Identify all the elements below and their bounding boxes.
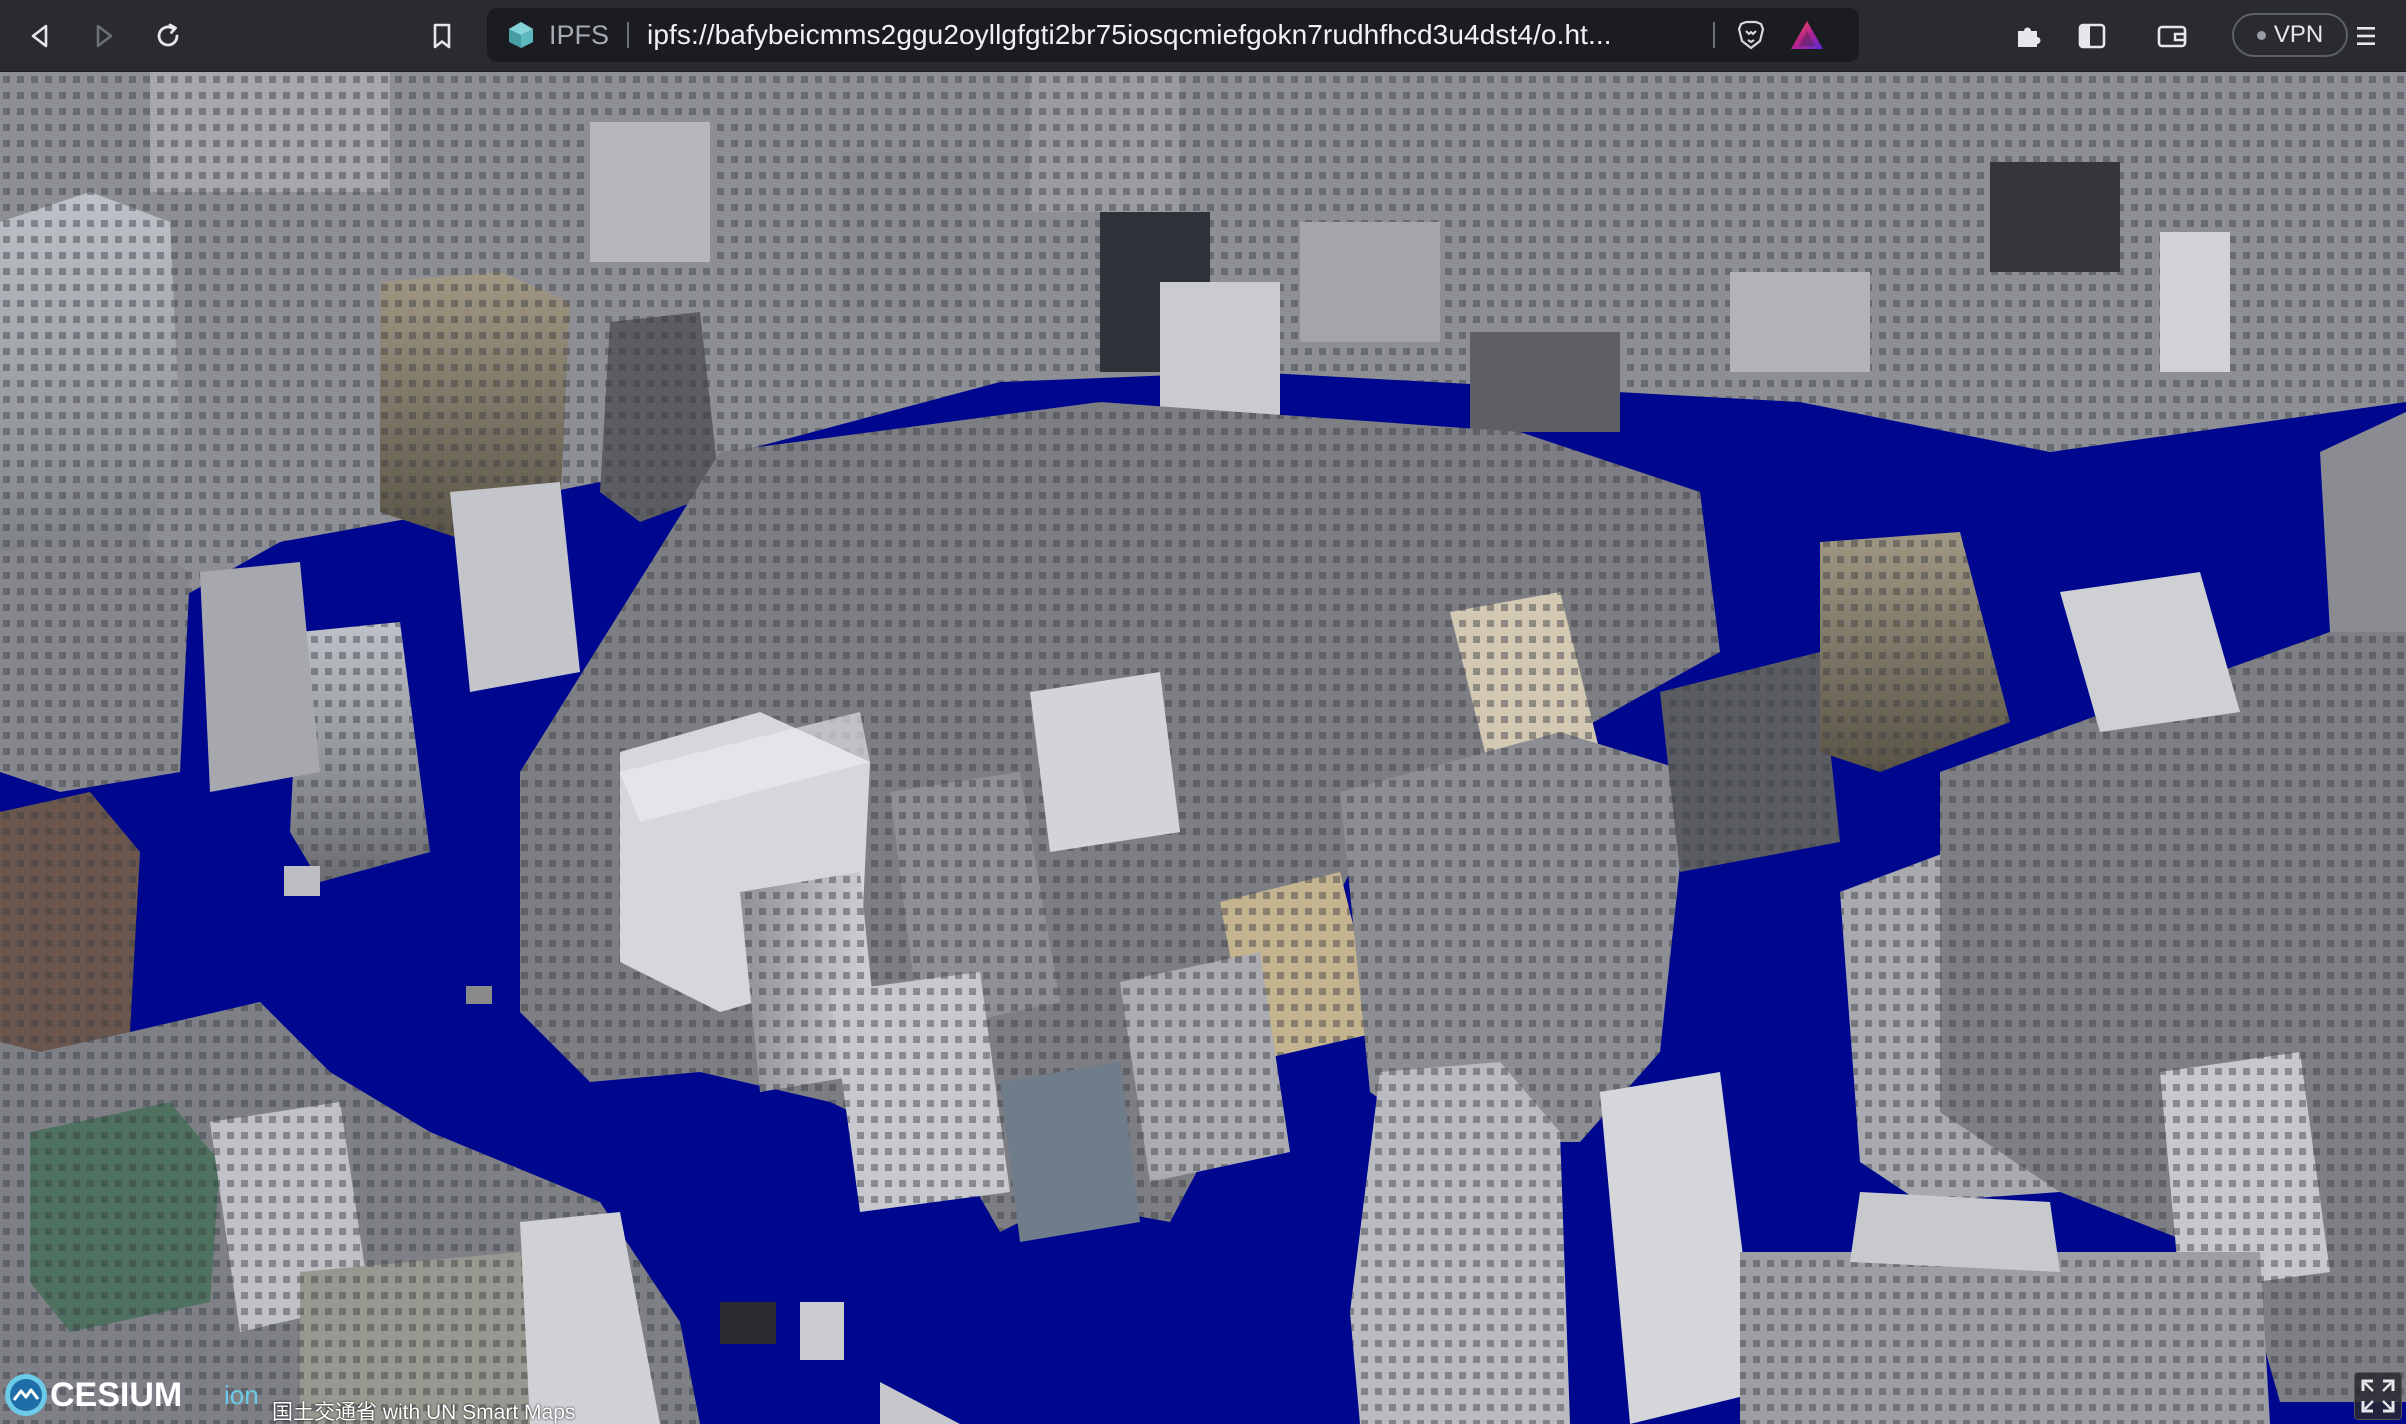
reload-button[interactable]	[146, 14, 190, 58]
main-menu-button[interactable]	[2344, 14, 2388, 58]
back-button[interactable]	[18, 14, 62, 58]
address-bar[interactable]: IPFS ipfs://bafybeicmms2ggu2oyllgfgti2br…	[487, 8, 1859, 62]
bookmark-icon	[433, 23, 451, 49]
back-icon	[31, 24, 48, 48]
wallet-icon	[2157, 25, 2187, 48]
brave-lion-icon[interactable]	[1735, 19, 1767, 51]
hamburger-menu-icon	[2357, 27, 2375, 45]
data-attribution[interactable]: 国土交通省 with UN Smart Maps	[272, 1396, 575, 1424]
credits-bar: CESIUM ion 国土交通省 with UN Smart Maps	[0, 1366, 720, 1424]
ipfs-cube-icon	[509, 22, 533, 48]
vpn-button[interactable]: VPN	[2232, 13, 2348, 57]
cesium-ion-logo[interactable]: CESIUM ion	[2, 1370, 272, 1420]
vpn-label: VPN	[2273, 21, 2324, 48]
ipfs-scheme-label: IPFS	[549, 20, 610, 50]
omnibox-divider	[627, 22, 629, 48]
browser-toolbar: IPFS ipfs://bafybeicmms2ggu2oyllgfgti2br…	[0, 0, 2406, 72]
city-3d-scene[interactable]	[0, 72, 2406, 1424]
wallet-button[interactable]	[2150, 14, 2194, 58]
puzzle-icon	[2018, 27, 2041, 47]
extensions-button[interactable]	[2006, 14, 2050, 58]
rewards-triangle-icon[interactable]	[1789, 19, 1825, 51]
sidebar-toggle-button[interactable]	[2070, 14, 2114, 58]
url-text[interactable]: ipfs://bafybeicmms2ggu2oyllgfgti2br75ios…	[647, 8, 1697, 62]
forward-icon	[96, 24, 113, 48]
cesium-logo-suffix: ion	[224, 1380, 259, 1410]
forward-button[interactable]	[82, 14, 126, 58]
fullscreen-button[interactable]	[2354, 1372, 2402, 1420]
reload-icon	[157, 23, 179, 47]
bookmark-button[interactable]	[420, 14, 464, 58]
browser-window: IPFS ipfs://bafybeicmms2ggu2oyllgfgti2br…	[0, 0, 2406, 1424]
cesium-viewer[interactable]: CESIUM ion 国土交通省 with UN Smart Maps	[0, 72, 2406, 1424]
sidebar-icon	[2078, 23, 2106, 49]
cesium-logo-text: CESIUM	[50, 1376, 182, 1414]
omnibox-divider-right	[1713, 22, 1715, 48]
fullscreen-icon	[2361, 1379, 2395, 1413]
vpn-status-dot	[2256, 30, 2266, 40]
